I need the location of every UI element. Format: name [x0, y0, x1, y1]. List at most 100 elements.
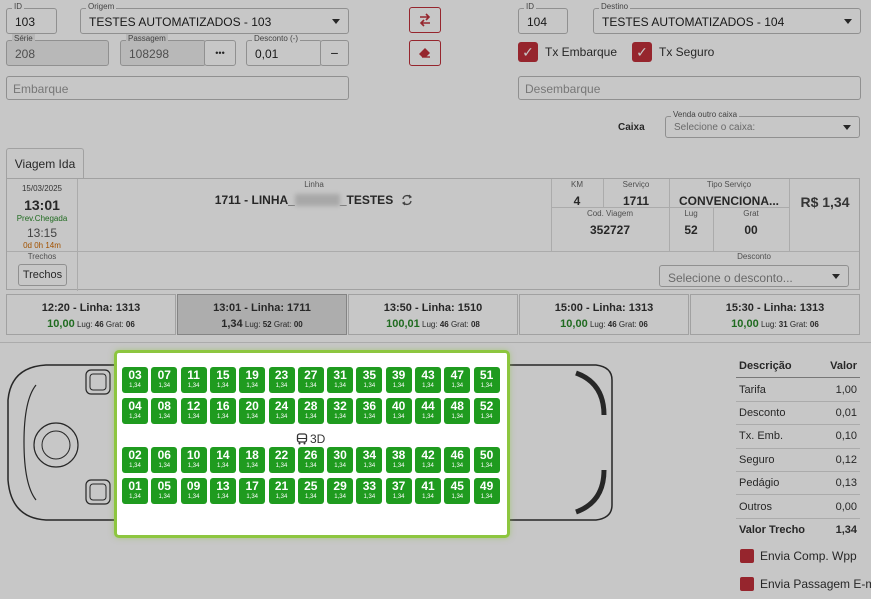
chevron-down-icon [332, 19, 340, 24]
seat-19[interactable]: 19 1,34 [239, 367, 266, 393]
price-row-tx-emb: Tx. Emb. 0,10 [736, 425, 860, 449]
desconto-field[interactable]: Desconto (-) 0,01 [246, 34, 322, 66]
seat-47[interactable]: 47 1,34 [444, 367, 471, 393]
schedule-card[interactable]: 13:01 - Linha: 1711 1,34 Lug: 52 Grat: 00 [177, 294, 347, 335]
seat-41[interactable]: 41 1,34 [415, 478, 441, 504]
schedule-title: 15:00 - Linha: 1313 [554, 302, 654, 314]
seat-03[interactable]: 03 1,34 [122, 367, 148, 393]
caixa-select[interactable]: Venda outro caixa Selecione o caixa: [665, 110, 860, 138]
seat-18[interactable]: 18 1,34 [239, 447, 266, 473]
clear-button[interactable] [409, 40, 441, 66]
seat-02[interactable]: 02 1,34 [122, 447, 148, 473]
seat-42[interactable]: 42 1,34 [415, 447, 441, 473]
eraser-icon [419, 48, 430, 58]
schedule-card[interactable]: 13:50 - Linha: 1510 100,01 Lug: 46 Grat: … [348, 294, 518, 335]
seat-45[interactable]: 45 1,34 [444, 478, 471, 504]
seat-17[interactable]: 17 1,34 [239, 478, 266, 504]
price-row-tarifa: Tarifa 1,00 [736, 378, 860, 402]
seat-01[interactable]: 01 1,34 [122, 478, 148, 504]
seat-48[interactable]: 48 1,34 [444, 398, 471, 424]
seat-22[interactable]: 22 1,34 [268, 447, 295, 473]
trechos-button[interactable]: Trechos [18, 264, 67, 286]
embarque-input[interactable]: Embarque [6, 76, 349, 100]
seat-40[interactable]: 40 1,34 [385, 398, 412, 424]
seat-23[interactable]: 23 1,34 [268, 367, 295, 393]
minus-button[interactable]: − [320, 40, 349, 66]
seat-39[interactable]: 39 1,34 [385, 367, 412, 393]
sale-page: ID 103 Origem TESTES AUTOMATIZADOS - 103… [0, 0, 871, 599]
seat-35[interactable]: 35 1,34 [356, 367, 383, 393]
origin-select[interactable]: Origem TESTES AUTOMATIZADOS - 103 [80, 2, 349, 34]
schedule-price: 10,00 [560, 318, 588, 330]
seat-05[interactable]: 05 1,34 [151, 478, 178, 504]
schedule-price: 1,34 [221, 318, 243, 330]
desconto-select[interactable]: Selecione o desconto... [659, 265, 849, 287]
seat-46[interactable]: 46 1,34 [444, 447, 471, 473]
seat-10[interactable]: 10 1,34 [180, 447, 207, 473]
seat-26[interactable]: 26 1,34 [297, 447, 324, 473]
refresh-icon[interactable] [401, 194, 413, 206]
seat-30[interactable]: 30 1,34 [327, 447, 354, 473]
seat-32[interactable]: 32 1,34 [327, 398, 354, 424]
seat-21[interactable]: 21 1,34 [268, 478, 295, 504]
trip-price: R$ 1,34 [800, 194, 850, 210]
seat-50[interactable]: 50 1,34 [473, 447, 500, 473]
seat-29[interactable]: 29 1,34 [327, 478, 354, 504]
seat-14[interactable]: 14 1,34 [209, 447, 236, 473]
seat-15[interactable]: 15 1,34 [209, 367, 236, 393]
swap-icon [419, 13, 431, 27]
linha-value: 1711 - LINHA_ _TESTES [77, 193, 551, 207]
seat-06[interactable]: 06 1,34 [151, 447, 178, 473]
envia-email-checkbox[interactable]: Envia Passagem E-mail [740, 577, 871, 591]
seat-08[interactable]: 08 1,34 [151, 398, 178, 424]
seat-12[interactable]: 12 1,34 [180, 398, 207, 424]
schedule-price: 10,00 [47, 318, 75, 330]
tx-seguro-checkbox[interactable]: ✓ Tx Seguro [632, 42, 714, 62]
seat-24[interactable]: 24 1,34 [268, 398, 295, 424]
seat-09[interactable]: 09 1,34 [180, 478, 207, 504]
schedule-card[interactable]: 12:20 - Linha: 1313 10,00 Lug: 46 Grat: 0… [6, 294, 176, 335]
schedule-title: 12:20 - Linha: 1313 [41, 302, 141, 314]
seat-33[interactable]: 33 1,34 [356, 478, 383, 504]
schedule-details: 10,00 Lug: 31 Grat: 06 [731, 318, 819, 330]
schedule-card[interactable]: 15:30 - Linha: 1313 10,00 Lug: 31 Grat: 0… [690, 294, 860, 335]
schedule-title: 13:50 - Linha: 1510 [383, 302, 483, 314]
seat-07[interactable]: 07 1,34 [151, 367, 178, 393]
seat-44[interactable]: 44 1,34 [415, 398, 441, 424]
check-icon: ✓ [632, 42, 652, 62]
seat-11[interactable]: 11 1,34 [180, 367, 207, 393]
price-row-outros: Outros 0,00 [736, 495, 860, 519]
trip-panel: 15/03/2025 13:01 Prev.Chegada 13:15 0d 0… [6, 178, 860, 291]
seat-28[interactable]: 28 1,34 [297, 398, 324, 424]
seat-13[interactable]: 13 1,34 [209, 478, 236, 504]
seat-25[interactable]: 25 1,34 [297, 478, 324, 504]
swap-button[interactable] [409, 7, 441, 33]
chevron-down-icon [843, 125, 851, 130]
label-3d[interactable]: 3D [296, 432, 325, 446]
seat-38[interactable]: 38 1,34 [385, 447, 412, 473]
schedule-list: 12:20 - Linha: 1313 10,00 Lug: 46 Grat: 0… [6, 294, 860, 335]
destination-id-field[interactable]: ID 104 [518, 2, 568, 34]
schedule-card[interactable]: 15:00 - Linha: 1313 10,00 Lug: 46 Grat: 0… [519, 294, 689, 335]
seat-31[interactable]: 31 1,34 [327, 367, 354, 393]
tab-viagem-ida[interactable]: Viagem Ida [6, 148, 84, 178]
seat-36[interactable]: 36 1,34 [356, 398, 383, 424]
seat-27[interactable]: 27 1,34 [297, 367, 324, 393]
caixa-label: Caixa [618, 122, 645, 133]
origin-id-field[interactable]: ID 103 [6, 2, 57, 34]
more-options-button[interactable]: ••• [204, 40, 236, 66]
destination-select[interactable]: Destino TESTES AUTOMATIZADOS - 104 [593, 2, 861, 34]
seat-43[interactable]: 43 1,34 [415, 367, 441, 393]
seat-04[interactable]: 04 1,34 [122, 398, 148, 424]
seat-52[interactable]: 52 1,34 [473, 398, 500, 424]
tx-embarque-checkbox[interactable]: ✓ Tx Embarque [518, 42, 617, 62]
envia-wpp-checkbox[interactable]: Envia Comp. Wpp [740, 549, 857, 563]
desembarque-input[interactable]: Desembarque [518, 76, 861, 100]
seat-51[interactable]: 51 1,34 [473, 367, 500, 393]
seat-20[interactable]: 20 1,34 [239, 398, 266, 424]
seat-49[interactable]: 49 1,34 [473, 478, 500, 504]
seat-34[interactable]: 34 1,34 [356, 447, 383, 473]
schedule-details: 100,01 Lug: 46 Grat: 08 [386, 318, 480, 330]
seat-16[interactable]: 16 1,34 [209, 398, 236, 424]
seat-37[interactable]: 37 1,34 [385, 478, 412, 504]
